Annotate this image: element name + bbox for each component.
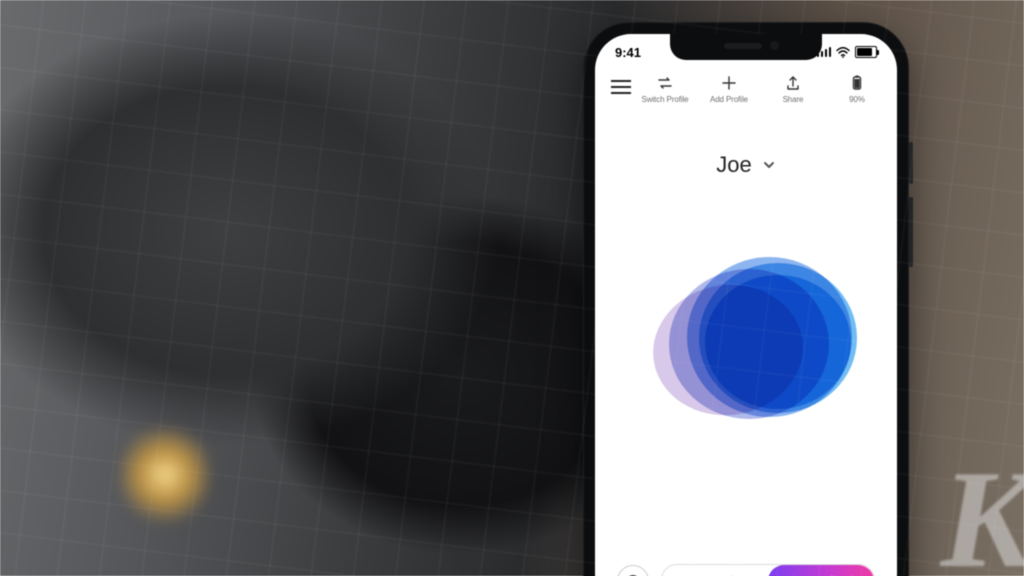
plus-icon (720, 74, 738, 92)
app-toolbar: Switch Profile Add Profile Share (595, 74, 897, 104)
battery-status: 90% (833, 74, 881, 104)
wifi-icon (836, 47, 850, 58)
hearing-profile-visual (595, 224, 897, 444)
profile-selector[interactable]: Joe (595, 152, 897, 178)
mode-personalised-option[interactable]: Personalised (768, 565, 874, 576)
share-button[interactable]: Share (769, 74, 817, 104)
status-indicators (817, 46, 878, 58)
battery-label: 90% (849, 95, 865, 104)
phone-screen: 9:41 Switch Profile (595, 34, 897, 576)
share-icon (784, 74, 802, 92)
switch-icon (656, 74, 674, 92)
add-profile-button[interactable]: Add Profile (705, 74, 753, 104)
phone-frame: 9:41 Switch Profile (583, 22, 909, 576)
watermark-letter: K (941, 439, 1024, 576)
headphone-glow (120, 420, 210, 530)
headphone-settings-button[interactable] (617, 565, 649, 576)
mode-neutral-option[interactable]: Neutral (662, 565, 768, 576)
headphone-brand: nura (511, 260, 550, 342)
background-photo: nura K 9:41 (0, 0, 1024, 576)
chevron-down-icon (762, 152, 776, 178)
status-time: 9:41 (615, 45, 641, 60)
switch-profile-label: Switch Profile (641, 95, 688, 104)
phone-side-button (909, 197, 913, 267)
sound-mode-toggle[interactable]: Neutral Personalised (661, 564, 875, 576)
battery-level-icon (848, 74, 866, 92)
phone-side-button (909, 142, 913, 184)
share-label: Share (783, 95, 804, 104)
battery-icon (855, 46, 877, 58)
add-profile-label: Add Profile (710, 95, 748, 104)
menu-button[interactable] (611, 74, 631, 100)
bottom-controls: Neutral Personalised (595, 564, 897, 576)
switch-profile-button[interactable]: Switch Profile (641, 74, 689, 104)
phone-notch (670, 34, 822, 60)
profile-name-label: Joe (716, 152, 751, 178)
